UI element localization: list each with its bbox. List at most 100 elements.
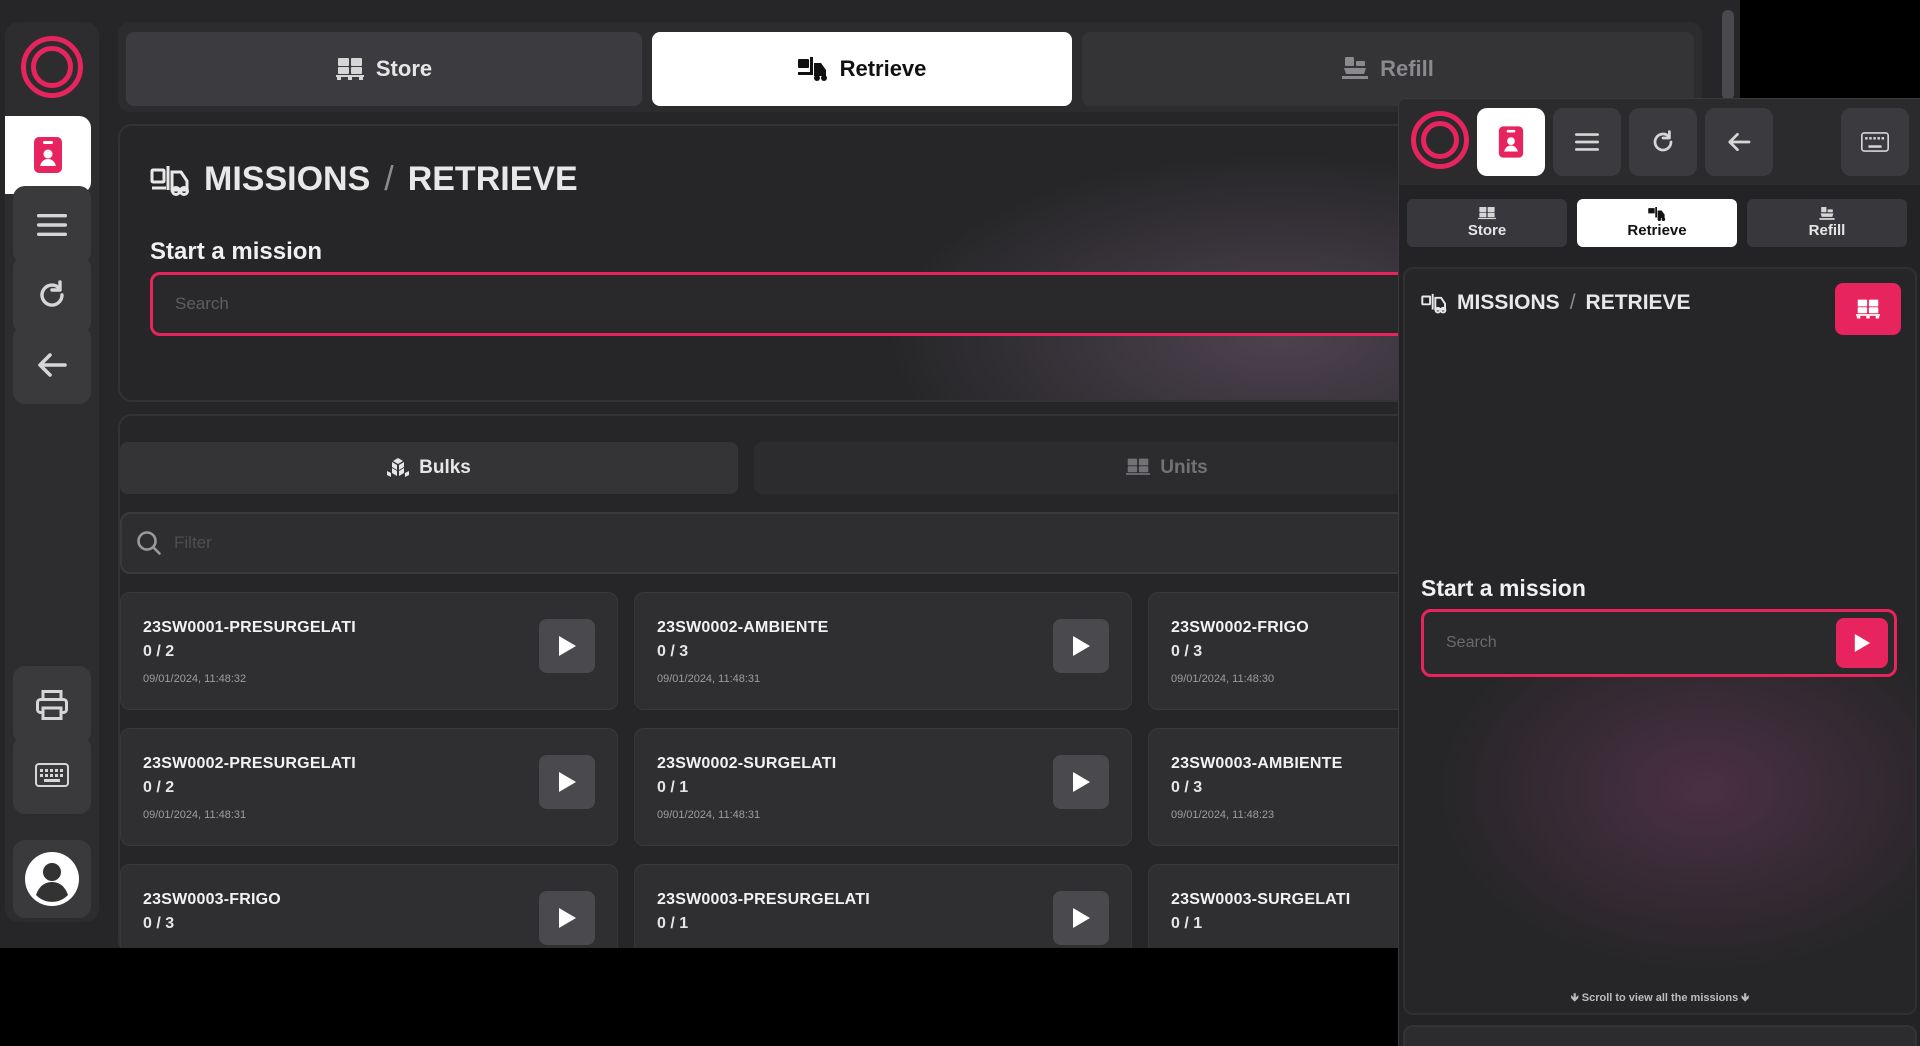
mission-name: 23SW0002-FRIGO: [1171, 619, 1309, 636]
mission-name: 23SW0002-PRESURGELATI: [143, 755, 356, 772]
missions-list-panel: Bulks Units 23SW0001-PRESURGELATI 0 / 2 …: [118, 414, 1646, 948]
mission-search-input[interactable]: [153, 275, 1587, 333]
forklift-icon: [797, 57, 827, 81]
mission-count: 0 / 1: [657, 779, 689, 796]
user-avatar-icon: [25, 852, 79, 906]
keyboard-button[interactable]: [1841, 108, 1909, 176]
search-icon: [136, 530, 162, 556]
back-button[interactable]: [13, 326, 91, 404]
forklift-icon: [150, 165, 189, 196]
mission-count: 0 / 3: [1171, 779, 1203, 796]
mission-name: 23SW0003-SURGELATI: [1171, 891, 1351, 908]
play-icon: [1073, 908, 1090, 928]
tab-retrieve[interactable]: Retrieve: [1577, 199, 1737, 247]
refresh-icon: [40, 280, 64, 307]
mission-name: 23SW0003-PRESURGELATI: [657, 891, 870, 908]
scroll-hint: 🡻 Scroll to view all the missions 🡻: [1570, 992, 1750, 1004]
refresh-icon: [1653, 130, 1673, 152]
subtab-bulks[interactable]: Bulks: [120, 442, 738, 494]
start-mission-panel: MISSIONS / RETRIEVE Start a mission: [118, 124, 1590, 402]
pallet-icon: [1856, 299, 1880, 319]
start-mission-button[interactable]: [1836, 618, 1888, 668]
badge-button[interactable]: [5, 116, 91, 194]
start-mission-button[interactable]: [539, 619, 595, 673]
breadcrumb-root[interactable]: MISSIONS: [204, 160, 370, 199]
menu-button[interactable]: [13, 186, 91, 264]
mission-card[interactable]: 23SW0002-SURGELATI 0 / 1 09/01/2024, 11:…: [634, 728, 1132, 846]
mission-date: 09/01/2024, 11:48:31: [657, 673, 761, 685]
breadcrumb-current: RETRIEVE: [407, 160, 578, 198]
id-badge-icon: [1498, 126, 1524, 158]
tab-retrieve-label: Retrieve: [839, 56, 927, 81]
mission-date: 09/01/2024, 11:48:23: [1171, 809, 1275, 821]
mission-date: 09/01/2024, 11:48:31: [657, 809, 761, 821]
mission-name: 23SW0003-AMBIENTE: [1171, 755, 1343, 772]
forklift-icon: [1648, 207, 1666, 221]
mission-search-box: [150, 272, 1590, 336]
print-button[interactable]: [13, 666, 91, 744]
mission-name: 23SW0003-FRIGO: [143, 891, 281, 908]
play-icon: [559, 636, 576, 656]
mission-search-box: [1421, 609, 1897, 677]
breadcrumb-root[interactable]: MISSIONS: [1457, 291, 1560, 315]
mission-count: 0 / 3: [657, 643, 689, 660]
sidebar: [5, 22, 99, 922]
start-mission-button[interactable]: [539, 755, 595, 809]
mission-date: 09/01/2024, 11:48:31: [143, 809, 247, 821]
tab-store[interactable]: Store: [126, 32, 642, 106]
mission-count: 0 / 1: [657, 915, 689, 932]
id-badge-icon: [34, 137, 62, 173]
filter-input[interactable]: [162, 514, 1538, 572]
mission-search-input[interactable]: [1424, 612, 1836, 674]
start-mission-button[interactable]: [539, 891, 595, 945]
refresh-button[interactable]: [13, 256, 91, 334]
start-mission-button[interactable]: [1053, 619, 1109, 673]
breadcrumb-separator: /: [1569, 291, 1576, 314]
tab-refill[interactable]: Refill: [1082, 32, 1694, 106]
mobile-header: [1399, 99, 1920, 185]
start-mission-button[interactable]: [1053, 755, 1109, 809]
back-button[interactable]: [1705, 108, 1773, 176]
refill-icon: [1342, 57, 1369, 79]
tab-retrieve[interactable]: Retrieve: [652, 32, 1072, 106]
mission-date: 09/01/2024, 11:48:32: [143, 673, 247, 685]
forklift-icon: [1421, 293, 1447, 314]
tab-store-label: Store: [375, 56, 433, 81]
breadcrumb: MISSIONS / RETRIEVE: [1421, 291, 1691, 315]
logo-icon: [21, 36, 83, 98]
mission-card[interactable]: 23SW0003-FRIGO 0 / 3: [120, 864, 618, 948]
profile-button[interactable]: [13, 840, 91, 918]
arrow-left-icon: [38, 353, 67, 377]
mission-card[interactable]: 23SW0002-PRESURGELATI 0 / 2 09/01/2024, …: [120, 728, 618, 846]
play-icon: [1073, 636, 1090, 656]
menu-icon: [1575, 133, 1599, 151]
play-icon: [559, 772, 576, 792]
mission-count: 0 / 3: [1171, 643, 1203, 660]
mission-card[interactable]: 23SW0002-AMBIENTE 0 / 3 09/01/2024, 11:4…: [634, 592, 1132, 710]
scrollbar[interactable]: [1722, 10, 1734, 100]
tab-refill[interactable]: Refill: [1747, 199, 1907, 247]
start-mission-button[interactable]: [1053, 891, 1109, 945]
keyboard-icon: [35, 763, 69, 787]
keyboard-button[interactable]: [13, 736, 91, 814]
mobile-window: Store Retrieve Refill MISSIONS / RETRIEV…: [1398, 98, 1920, 1046]
breadcrumb-current: RETRIEVE: [1585, 291, 1691, 314]
pallet-view-button[interactable]: [1835, 283, 1901, 335]
badge-button[interactable]: [1477, 108, 1545, 176]
mission-date: 09/01/2024, 11:48:30: [1171, 673, 1275, 685]
tab-store[interactable]: Store: [1407, 199, 1567, 247]
mission-name: 23SW0002-AMBIENTE: [657, 619, 829, 636]
menu-button[interactable]: [1553, 108, 1621, 176]
pallet-icon: [1478, 207, 1496, 220]
mission-card[interactable]: 23SW0001-PRESURGELATI 0 / 2 09/01/2024, …: [120, 592, 618, 710]
mission-count: 0 / 1: [1171, 915, 1203, 932]
tab-store-label: Store: [1467, 222, 1507, 239]
filter-box: [120, 512, 1540, 574]
play-icon: [559, 908, 576, 928]
menu-icon: [37, 214, 67, 236]
refill-icon: [1819, 207, 1835, 220]
printer-icon: [36, 690, 68, 720]
mission-card[interactable]: 23SW0003-PRESURGELATI 0 / 1: [634, 864, 1132, 948]
play-icon: [1854, 634, 1871, 652]
refresh-button[interactable]: [1629, 108, 1697, 176]
